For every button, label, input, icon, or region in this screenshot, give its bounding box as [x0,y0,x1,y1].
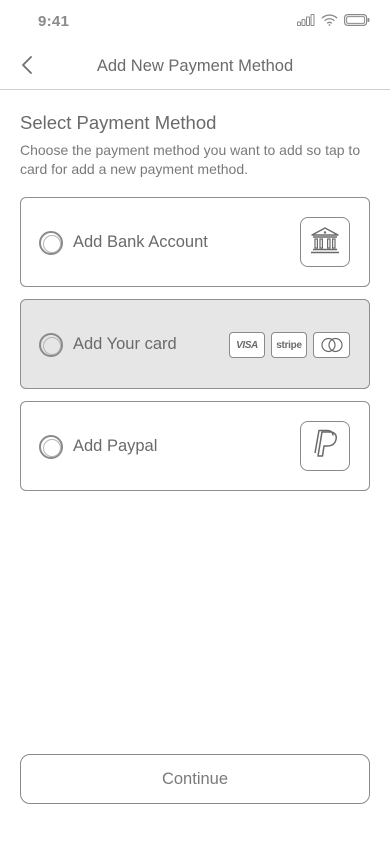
radio-button[interactable] [39,231,63,255]
mastercard-logo [313,332,350,358]
signal-icon [297,14,315,26]
radio-button[interactable] [39,435,63,459]
option-bank-account[interactable]: Add Bank Account [20,197,370,287]
bank-icon-box [300,217,350,267]
battery-icon [344,14,370,26]
continue-button[interactable]: Continue [20,754,370,804]
header: Add New Payment Method [0,44,390,90]
status-bar: 9:41 [0,0,390,44]
status-icons [297,14,370,26]
section-title: Select Payment Method [20,112,217,133]
bank-icon [310,226,340,259]
paypal-icon-box [300,421,350,471]
paypal-icon [311,429,339,464]
card-brands: VISA stripe [229,332,350,358]
section-description: Choose the payment method you want to ad… [20,142,361,177]
option-paypal[interactable]: Add Paypal [20,401,370,491]
option-your-card[interactable]: Add Your card VISA stripe [20,299,370,389]
visa-logo: VISA [229,332,265,358]
option-label: Add Bank Account [73,233,208,251]
wifi-icon [321,14,338,26]
radio-button[interactable] [39,333,63,357]
option-label: Add Your card [73,335,177,353]
option-label: Add Paypal [73,437,158,455]
stripe-logo: stripe [271,332,307,358]
status-time: 9:41 [38,13,70,30]
page-title: Add New Payment Method [96,57,294,75]
